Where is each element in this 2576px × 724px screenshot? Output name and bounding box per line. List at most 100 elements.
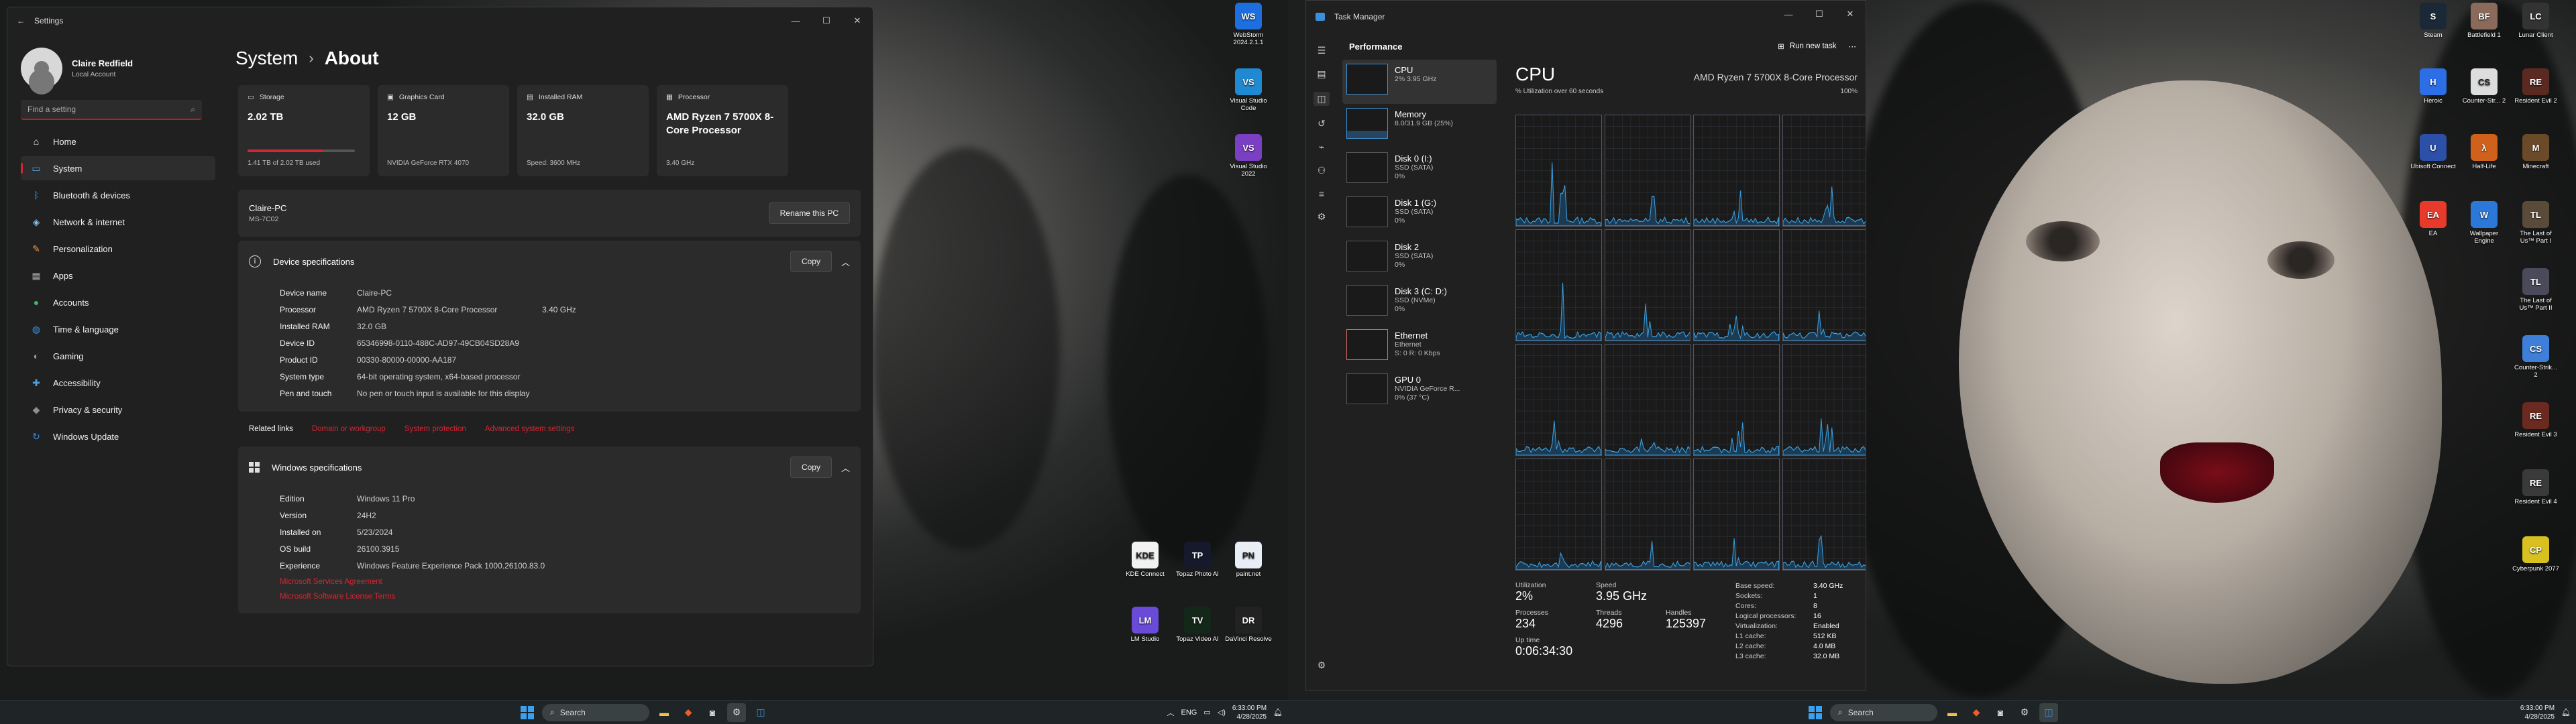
chevron-up-icon[interactable]: ︿: [841, 255, 850, 268]
desktop-icon[interactable]: TP Topaz Photo AI: [1174, 542, 1221, 578]
performance-item-disk-0-i[interactable]: Disk 0 (I:) SSD (SATA) 0%: [1342, 148, 1497, 192]
minimize-button[interactable]: —: [1773, 1, 1804, 27]
notification-bell-icon[interactable]: 🔔︎: [2561, 708, 2571, 717]
minimize-button[interactable]: —: [780, 7, 811, 34]
sidebar-item-home[interactable]: ⌂ Home: [21, 129, 215, 154]
windows-spec-link[interactable]: Microsoft Software License Terms: [280, 589, 861, 604]
file-explorer-icon[interactable]: ▬: [655, 703, 674, 722]
link-system-protection[interactable]: System protection: [405, 425, 466, 433]
desktop-icon[interactable]: TL The Last of Us™ Part I: [2512, 201, 2559, 245]
desktop-icon[interactable]: DR DaVinci Resolve: [1225, 607, 1272, 643]
breadcrumb-parent[interactable]: System: [235, 48, 298, 69]
chevron-up-icon[interactable]: ︿: [1167, 707, 1175, 718]
chevron-up-icon[interactable]: ︿: [841, 461, 850, 474]
run-new-task-button[interactable]: ⊞ Run new task: [1778, 42, 1836, 51]
desktop-icon[interactable]: RE Resident Evil 2: [2512, 68, 2559, 105]
performance-item-cpu[interactable]: CPU 2% 3.95 GHz: [1342, 60, 1497, 104]
close-button[interactable]: ✕: [1835, 1, 1866, 27]
sidebar-item-bluetooth-devices[interactable]: ᛒ Bluetooth & devices: [21, 183, 215, 207]
services-icon[interactable]: ⚙: [1318, 211, 1326, 223]
desktop-icon[interactable]: LM LM Studio: [1122, 607, 1169, 643]
close-button[interactable]: ✕: [842, 7, 873, 34]
performance-item-memory[interactable]: Memory 8.0/31.9 GB (25%): [1342, 104, 1497, 148]
desktop-icon[interactable]: λ Half-Life: [2461, 134, 2508, 170]
file-explorer-icon[interactable]: ▬: [1943, 703, 1962, 722]
processes-icon[interactable]: ▤: [1317, 68, 1326, 80]
desktop-icon[interactable]: WS WebStorm 2024.2.1.1: [1225, 3, 1272, 46]
camera-app-icon[interactable]: ◙: [703, 703, 722, 722]
desktop-icon[interactable]: RE Resident Evil 4: [2512, 469, 2559, 505]
clock[interactable]: 6:33:00 PM 4/28/2025: [2520, 704, 2555, 721]
maximize-button[interactable]: ☐: [811, 7, 842, 34]
sidebar-item-windows-update[interactable]: ↻ Windows Update: [21, 424, 215, 448]
start-button[interactable]: [1806, 703, 1825, 722]
sidebar-item-personalization[interactable]: ✎ Personalization: [21, 237, 215, 261]
profile[interactable]: Claire Redfield Local Account: [21, 48, 215, 89]
copy-windows-spec-button[interactable]: Copy: [790, 457, 832, 478]
desktop-icon[interactable]: CS Counter-Str... 2: [2461, 68, 2508, 105]
desktop-icon[interactable]: KDE KDE Connect: [1122, 542, 1169, 578]
link-advanced-system-settings[interactable]: Advanced system settings: [485, 425, 575, 433]
desktop-icon[interactable]: U Ubisoft Connect: [2410, 134, 2457, 170]
link-domain-workgroup[interactable]: Domain or workgroup: [312, 425, 386, 433]
volume-icon[interactable]: ◁): [1218, 708, 1226, 717]
users-icon[interactable]: ⚇: [1318, 165, 1326, 176]
hamburger-menu-icon[interactable]: ☰: [1318, 45, 1326, 56]
camera-app-icon[interactable]: ◙: [1991, 703, 2010, 722]
notification-bell-icon[interactable]: 🔔︎: [1273, 708, 1283, 717]
rename-pc-button[interactable]: Rename this PC: [768, 202, 850, 224]
performance-item-disk-2[interactable]: Disk 2 SSD (SATA) 0%: [1342, 237, 1497, 281]
desktop-icon[interactable]: TL The Last of Us™ Part II: [2512, 268, 2559, 312]
desktop-icon[interactable]: TV Topaz Video AI: [1174, 607, 1221, 643]
details-icon[interactable]: ≡: [1319, 188, 1324, 199]
task-manager-app-icon[interactable]: ◫: [2039, 703, 2058, 722]
desktop-icon[interactable]: H Heroic: [2410, 68, 2457, 105]
desktop-icon[interactable]: EA EA: [2410, 201, 2457, 237]
sidebar-item-apps[interactable]: ▦ Apps: [21, 263, 215, 288]
settings-app-icon[interactable]: ⚙: [727, 703, 746, 722]
performance-item-disk-1-g[interactable]: Disk 1 (G:) SSD (SATA) 0%: [1342, 192, 1497, 237]
more-options-icon[interactable]: ⋯: [1849, 42, 1857, 51]
desktop-icon[interactable]: PN paint.net: [1225, 542, 1272, 578]
desktop-icon[interactable]: VS Visual Studio 2022: [1225, 134, 1272, 178]
copy-device-spec-button[interactable]: Copy: [790, 251, 832, 272]
desktop-icon[interactable]: RE Resident Evil 3: [2512, 402, 2559, 438]
taskbar-search[interactable]: ⌕ Search: [1830, 703, 1937, 721]
task-manager-app-icon[interactable]: ◫: [751, 703, 770, 722]
app-history-icon[interactable]: ↺: [1318, 118, 1326, 129]
device-spec-header[interactable]: i Device specifications Copy ︿: [238, 241, 861, 282]
sidebar-item-time-language[interactable]: ◍ Time & language: [21, 317, 215, 341]
sidebar-item-network-internet[interactable]: ◈ Network & internet: [21, 210, 215, 234]
desktop-icon[interactable]: CP Cyberpunk 2077: [2512, 536, 2559, 572]
taskbar-search[interactable]: ⌕ Search: [542, 703, 649, 721]
sidebar-item-accessibility[interactable]: ✚ Accessibility: [21, 371, 215, 395]
desktop-icon[interactable]: BF Battlefield 1: [2461, 3, 2508, 39]
sidebar-item-accounts[interactable]: ● Accounts: [21, 290, 215, 314]
windows-spec-link[interactable]: Microsoft Services Agreement: [280, 575, 861, 589]
settings-search-input[interactable]: Find a setting ⌕: [21, 100, 202, 120]
settings-gear-icon[interactable]: ⚙: [1318, 660, 1326, 671]
desktop-icon[interactable]: LC Lunar Client: [2512, 3, 2559, 39]
desktop-icon[interactable]: CS Counter-Strik... 2: [2512, 335, 2559, 379]
sidebar-item-gaming[interactable]: ◐ Gaming: [21, 344, 215, 368]
language-indicator[interactable]: ENG: [1181, 709, 1197, 717]
desktop-icon[interactable]: W Wallpaper Engine: [2461, 201, 2508, 245]
start-button[interactable]: [518, 703, 537, 722]
performance-item-disk-3-c-d[interactable]: Disk 3 (C: D:) SSD (NVMe) 0%: [1342, 281, 1497, 325]
performance-icon[interactable]: ◫: [1313, 92, 1330, 106]
clock[interactable]: 6:33:00 PM 4/28/2025: [1232, 704, 1267, 721]
network-icon[interactable]: ▭: [1203, 708, 1210, 717]
maximize-button[interactable]: ☐: [1804, 1, 1835, 27]
desktop-icon[interactable]: S Steam: [2410, 3, 2457, 39]
sidebar-item-system[interactable]: ▭ System: [21, 156, 215, 180]
sidebar-item-privacy-security[interactable]: ◆ Privacy & security: [21, 398, 215, 422]
performance-item-gpu-0[interactable]: GPU 0 NVIDIA GeForce R... 0% (37 °C): [1342, 369, 1497, 414]
startup-apps-icon[interactable]: ⌁: [1319, 141, 1324, 153]
performance-item-ethernet[interactable]: Ethernet Ethernet S: 0 R: 0 Kbps: [1342, 325, 1497, 369]
brave-browser-icon[interactable]: ◆: [679, 703, 698, 722]
back-arrow-icon[interactable]: ←: [17, 16, 25, 25]
brave-browser-icon[interactable]: ◆: [1967, 703, 1986, 722]
settings-app-icon[interactable]: ⚙: [2015, 703, 2034, 722]
desktop-icon[interactable]: VS Visual Studio Code: [1225, 68, 1272, 112]
windows-spec-header[interactable]: Windows specifications Copy ︿: [238, 446, 861, 488]
